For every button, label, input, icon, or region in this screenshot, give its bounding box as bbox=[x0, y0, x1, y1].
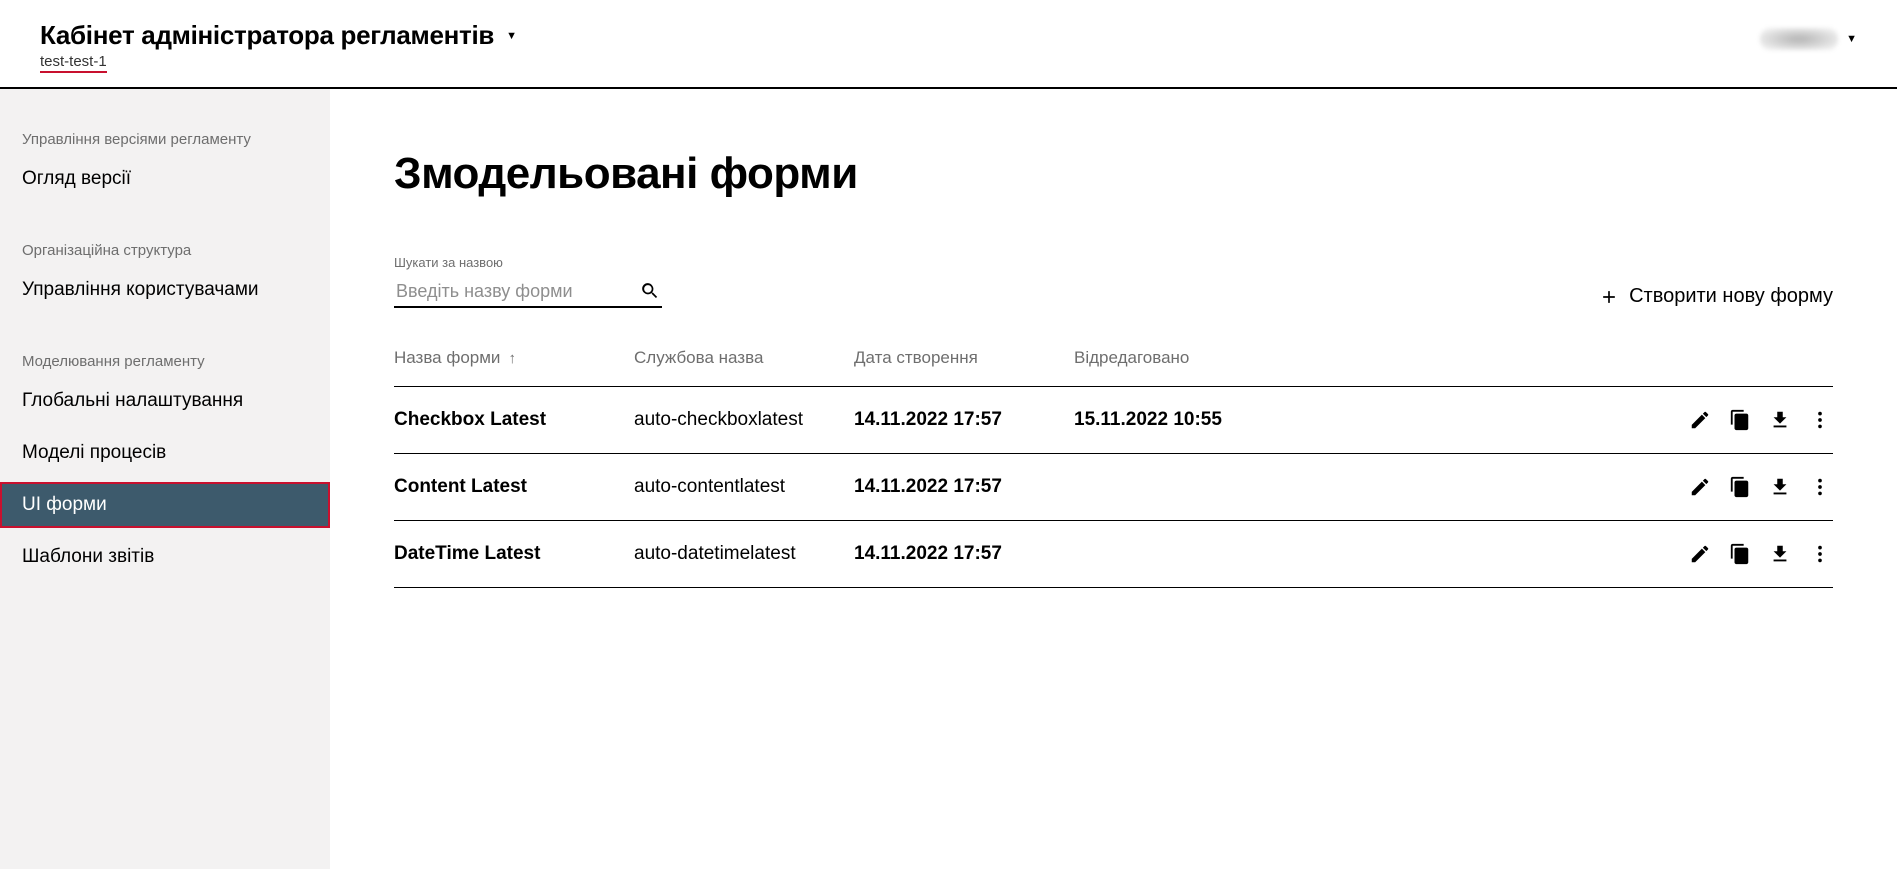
sidebar: Управління версіями регламенту Огляд вер… bbox=[0, 89, 330, 869]
download-icon[interactable] bbox=[1769, 476, 1791, 498]
create-form-button[interactable]: Створити нову форму bbox=[1599, 285, 1833, 308]
search-label: Шукати за назвою bbox=[394, 255, 662, 270]
more-icon[interactable] bbox=[1809, 476, 1831, 498]
table-row: Checkbox Latestauto-checkboxlatest14.11.… bbox=[394, 387, 1833, 454]
sort-ascending-icon[interactable]: ↑ bbox=[508, 350, 516, 367]
main-content: Змодельовані форми Шукати за назвою Ство… bbox=[330, 89, 1897, 869]
sidebar-item-uiforms[interactable]: UI форми bbox=[0, 482, 330, 528]
table-row: Content Latestauto-contentlatest14.11.20… bbox=[394, 454, 1833, 521]
search-input-row[interactable] bbox=[394, 276, 662, 308]
sidebar-item-processes[interactable]: Моделі процесів bbox=[0, 430, 330, 476]
edit-icon[interactable] bbox=[1689, 409, 1711, 431]
user-menu[interactable]: ▼ bbox=[1760, 20, 1857, 50]
col-header-name[interactable]: Назва форми ↑ bbox=[394, 348, 634, 368]
sidebar-section-org: Організаційна структура bbox=[0, 232, 330, 261]
cell-created: 14.11.2022 17:57 bbox=[854, 543, 1074, 565]
sidebar-item-global[interactable]: Глобальні налаштування bbox=[0, 378, 330, 424]
create-form-label: Створити нову форму bbox=[1629, 285, 1833, 308]
copy-icon[interactable] bbox=[1729, 543, 1751, 565]
sidebar-section-modeling: Моделювання регламенту bbox=[0, 343, 330, 372]
search-block: Шукати за назвою bbox=[394, 255, 662, 308]
forms-table: Назва форми ↑ Службова назва Дата створе… bbox=[394, 348, 1833, 588]
sidebar-item-users[interactable]: Управління користувачами bbox=[0, 267, 330, 313]
cell-svc: auto-checkboxlatest bbox=[634, 409, 854, 431]
col-header-actions bbox=[1334, 348, 1833, 368]
table-row: DateTime Latestauto-datetimelatest14.11.… bbox=[394, 521, 1833, 588]
plus-icon bbox=[1599, 287, 1619, 307]
user-name-blurred bbox=[1760, 28, 1838, 50]
col-header-name-label: Назва форми bbox=[394, 348, 500, 368]
cell-created: 14.11.2022 17:57 bbox=[854, 409, 1074, 431]
cell-actions bbox=[1334, 543, 1833, 565]
download-icon[interactable] bbox=[1769, 543, 1791, 565]
cell-svc: auto-contentlatest bbox=[634, 476, 854, 498]
edit-icon[interactable] bbox=[1689, 476, 1711, 498]
copy-icon[interactable] bbox=[1729, 409, 1751, 431]
top-bar-left: Кабінет адміністратора регламентів ▼ tes… bbox=[40, 20, 517, 73]
cell-svc: auto-datetimelatest bbox=[634, 543, 854, 565]
col-header-svc[interactable]: Службова назва bbox=[634, 348, 854, 368]
cell-name: DateTime Latest bbox=[394, 543, 634, 565]
more-icon[interactable] bbox=[1809, 543, 1831, 565]
cell-name: Checkbox Latest bbox=[394, 409, 634, 431]
cell-actions bbox=[1334, 409, 1833, 431]
sidebar-section-versions: Управління версіями регламенту bbox=[0, 121, 330, 150]
more-icon[interactable] bbox=[1809, 409, 1831, 431]
sidebar-item-overview[interactable]: Огляд версії bbox=[0, 156, 330, 202]
col-header-created[interactable]: Дата створення bbox=[854, 348, 1074, 368]
search-input[interactable] bbox=[396, 281, 628, 302]
download-icon[interactable] bbox=[1769, 409, 1791, 431]
top-bar: Кабінет адміністратора регламентів ▼ tes… bbox=[0, 0, 1897, 89]
table-header-row: Назва форми ↑ Службова назва Дата створе… bbox=[394, 348, 1833, 387]
edit-icon[interactable] bbox=[1689, 543, 1711, 565]
toolbar: Шукати за назвою Створити нову форму bbox=[394, 255, 1833, 308]
cell-edited: 15.11.2022 10:55 bbox=[1074, 409, 1334, 431]
app-title: Кабінет адміністратора регламентів bbox=[40, 20, 494, 51]
col-header-edited[interactable]: Відредаговано bbox=[1074, 348, 1334, 368]
app-title-row[interactable]: Кабінет адміністратора регламентів ▼ bbox=[40, 20, 517, 51]
cell-actions bbox=[1334, 476, 1833, 498]
page-title: Змодельовані форми bbox=[394, 149, 1833, 199]
app-subtitle: test-test-1 bbox=[40, 53, 107, 73]
sidebar-item-templates[interactable]: Шаблони звітів bbox=[0, 534, 330, 580]
cell-name: Content Latest bbox=[394, 476, 634, 498]
copy-icon[interactable] bbox=[1729, 476, 1751, 498]
cell-created: 14.11.2022 17:57 bbox=[854, 476, 1074, 498]
chevron-down-icon[interactable]: ▼ bbox=[506, 30, 517, 42]
chevron-down-icon[interactable]: ▼ bbox=[1846, 33, 1857, 45]
search-icon[interactable] bbox=[640, 280, 660, 302]
